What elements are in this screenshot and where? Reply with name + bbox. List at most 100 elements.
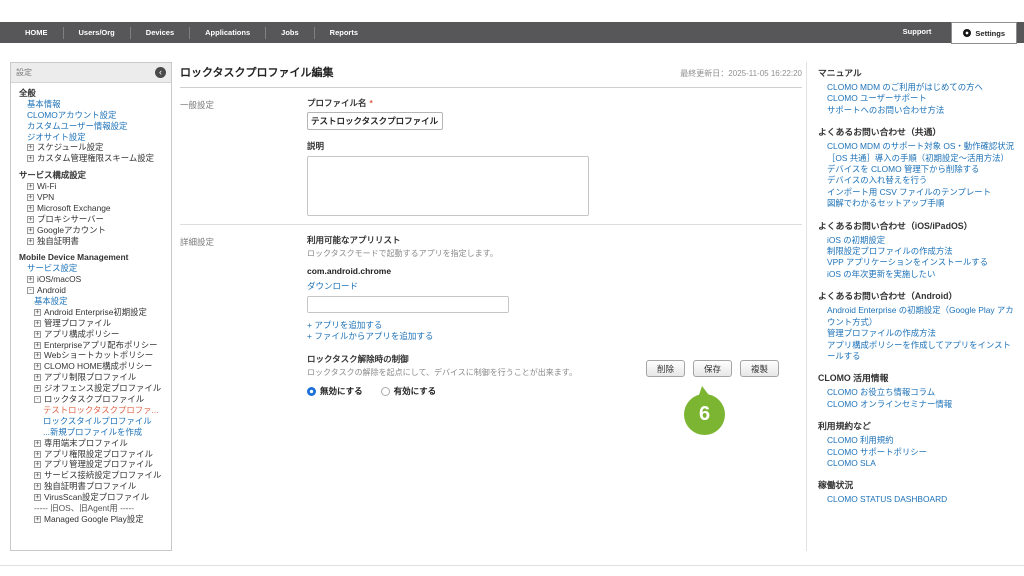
help-link[interactable]: 図解でわかるセットアップ手順 — [818, 198, 1016, 209]
expand-plus-icon[interactable]: + — [34, 331, 41, 338]
sidebar-item[interactable]: +独自証明書 — [19, 236, 168, 247]
nav-item-jobs[interactable]: Jobs — [265, 27, 314, 39]
expand-plus-icon[interactable]: + — [34, 461, 41, 468]
sidebar-item[interactable]: +Managed Google Play設定 — [19, 514, 168, 525]
new-app-input[interactable] — [307, 296, 509, 313]
radio-disable-selected[interactable]: 無効にする — [307, 385, 363, 397]
help-link[interactable]: インポート用 CSV ファイルのテンプレート — [818, 187, 1016, 198]
help-link[interactable]: CLOMO 利用規約 — [818, 435, 1016, 446]
expand-plus-icon[interactable]: + — [34, 320, 41, 327]
expand-plus-icon[interactable]: + — [34, 374, 41, 381]
sidebar-item[interactable]: 基本情報 — [19, 99, 168, 110]
sidebar-item[interactable]: +VPN — [19, 192, 168, 203]
sidebar-item[interactable]: ジオサイト設定 — [19, 132, 168, 143]
sidebar-item[interactable]: -Android — [19, 285, 168, 296]
help-link[interactable]: CLOMO SLA — [818, 458, 1016, 469]
sidebar-collapse-icon[interactable]: ‹ — [155, 67, 166, 78]
expand-plus-icon[interactable]: + — [34, 385, 41, 392]
add-app-link[interactable]: + アプリを追加する — [307, 320, 802, 331]
help-link[interactable]: CLOMO ユーザーサポート — [818, 93, 1016, 104]
sidebar-item[interactable]: カスタムユーザー情報設定 — [19, 121, 168, 132]
description-textarea[interactable] — [307, 156, 589, 216]
help-link[interactable]: CLOMO MDM のご利用がはじめての方へ — [818, 82, 1016, 93]
sidebar-item[interactable]: +Webショートカットポリシー — [19, 350, 168, 361]
sidebar-item[interactable]: +iOS/macOS — [19, 274, 168, 285]
expand-plus-icon[interactable]: + — [27, 238, 34, 245]
expand-plus-icon[interactable]: + — [34, 516, 41, 523]
expand-plus-icon[interactable]: + — [27, 227, 34, 234]
help-link[interactable]: アプリ構成ポリシーを作成してアプリをインストールする — [818, 340, 1016, 363]
help-link[interactable]: Android Enterprise の初期設定（Google Play アカウ… — [818, 305, 1016, 328]
help-link[interactable]: iOS の年次更新を実施したい — [818, 269, 1016, 280]
expand-plus-icon[interactable]: + — [34, 352, 41, 359]
add-app-from-file-link[interactable]: + ファイルからアプリを追加する — [307, 331, 802, 342]
help-link[interactable]: ［OS 共通］導入の手順（初期設定〜活用方法） — [818, 153, 1016, 164]
expand-plus-icon[interactable]: + — [34, 472, 41, 479]
expand-plus-icon[interactable]: + — [27, 194, 34, 201]
sidebar-item[interactable]: +管理プロファイル — [19, 318, 168, 329]
radio-unselected-icon[interactable] — [381, 387, 390, 396]
profile-name-input[interactable] — [307, 112, 443, 130]
help-link[interactable]: CLOMO オンラインセミナー情報 — [818, 399, 1016, 410]
expand-plus-icon[interactable]: + — [34, 451, 41, 458]
expand-plus-icon[interactable]: + — [27, 183, 34, 190]
sidebar-item[interactable]: +プロキシサーバー — [19, 214, 168, 225]
sidebar-item[interactable]: サービス設定 — [19, 263, 168, 274]
sidebar-item[interactable]: 基本設定 — [19, 296, 168, 307]
download-link[interactable]: ダウンロード — [307, 280, 358, 292]
expand-plus-icon[interactable]: + — [27, 276, 34, 283]
nav-item-home[interactable]: HOME — [10, 27, 63, 39]
sidebar-item-selected[interactable]: テストロックタスクプロファ... — [19, 405, 168, 416]
help-link[interactable]: CLOMO お役立ち情報コラム — [818, 387, 1016, 398]
radio-enable[interactable]: 有効にする — [381, 385, 437, 397]
sidebar-item[interactable]: +サービス接続設定プロファイル — [19, 470, 168, 481]
sidebar-item[interactable]: CLOMOアカウント設定 — [19, 110, 168, 121]
sidebar-item[interactable]: +アプリ権限設定プロファイル — [19, 449, 168, 460]
expand-plus-icon[interactable]: + — [34, 309, 41, 316]
radio-selected-icon[interactable] — [307, 387, 316, 396]
expand-plus-icon[interactable]: + — [27, 155, 34, 162]
help-link[interactable]: サポートへのお問い合わせ方法 — [818, 105, 1016, 116]
expand-plus-icon[interactable]: + — [34, 440, 41, 447]
expand-plus-icon[interactable]: + — [34, 363, 41, 370]
sidebar-item[interactable]: +カスタム管理権限スキーム設定 — [19, 153, 168, 164]
nav-item-applications[interactable]: Applications — [189, 27, 265, 39]
nav-item-devices[interactable]: Devices — [130, 27, 189, 39]
expand-plus-icon[interactable]: + — [27, 205, 34, 212]
sidebar-item[interactable]: +アプリ管理設定プロファイル — [19, 459, 168, 470]
sidebar-item[interactable]: -ロックタスクプロファイル — [19, 394, 168, 405]
sidebar-item[interactable]: ロックスタイルプロファイル — [19, 416, 168, 427]
sidebar-item[interactable]: +VirusScan設定プロファイル — [19, 492, 168, 503]
help-link[interactable]: デバイスを CLOMO 管理下から削除する — [818, 164, 1016, 175]
sidebar-item[interactable]: +ジオフェンス設定プロファイル — [19, 383, 168, 394]
nav-item-reports[interactable]: Reports — [314, 27, 373, 39]
help-link[interactable]: デバイスの入れ替えを行う — [818, 175, 1016, 186]
collapse-minus-icon[interactable]: - — [34, 396, 41, 403]
collapse-minus-icon[interactable]: - — [27, 287, 34, 294]
delete-button[interactable]: 削除 — [646, 360, 685, 377]
expand-plus-icon[interactable]: + — [34, 494, 41, 501]
sidebar-item[interactable]: ...新規プロファイルを作成 — [19, 427, 168, 438]
save-button[interactable]: 保存 — [693, 360, 732, 377]
support-link[interactable]: Support — [903, 22, 952, 36]
sidebar-item[interactable]: +スケジュール設定 — [19, 142, 168, 153]
expand-plus-icon[interactable]: + — [27, 216, 34, 223]
sidebar-item[interactable]: +Enterpriseアプリ配布ポリシー — [19, 340, 168, 351]
sidebar-item[interactable]: +専用端末プロファイル — [19, 438, 168, 449]
sidebar-item[interactable]: +Android Enterprise初期設定 — [19, 307, 168, 318]
sidebar-item[interactable]: +アプリ構成ポリシー — [19, 329, 168, 340]
help-link[interactable]: 制限設定プロファイルの作成方法 — [818, 246, 1016, 257]
help-link[interactable]: iOS の初期設定 — [818, 235, 1016, 246]
tab-settings[interactable]: Settings — [951, 22, 1017, 44]
help-link[interactable]: CLOMO STATUS DASHBOARD — [818, 494, 1016, 505]
help-link[interactable]: CLOMO サポートポリシー — [818, 447, 1016, 458]
sidebar-item[interactable]: +アプリ制限プロファイル — [19, 372, 168, 383]
expand-plus-icon[interactable]: + — [34, 483, 41, 490]
nav-item-users-org[interactable]: Users/Org — [63, 27, 130, 39]
expand-plus-icon[interactable]: + — [34, 342, 41, 349]
help-link[interactable]: VPP アプリケーションをインストールする — [818, 257, 1016, 268]
sidebar-item[interactable]: +Microsoft Exchange — [19, 203, 168, 214]
help-link[interactable]: 管理プロファイルの作成方法 — [818, 328, 1016, 339]
sidebar-item[interactable]: +CLOMO HOME構成ポリシー — [19, 361, 168, 372]
duplicate-button[interactable]: 複製 — [740, 360, 779, 377]
